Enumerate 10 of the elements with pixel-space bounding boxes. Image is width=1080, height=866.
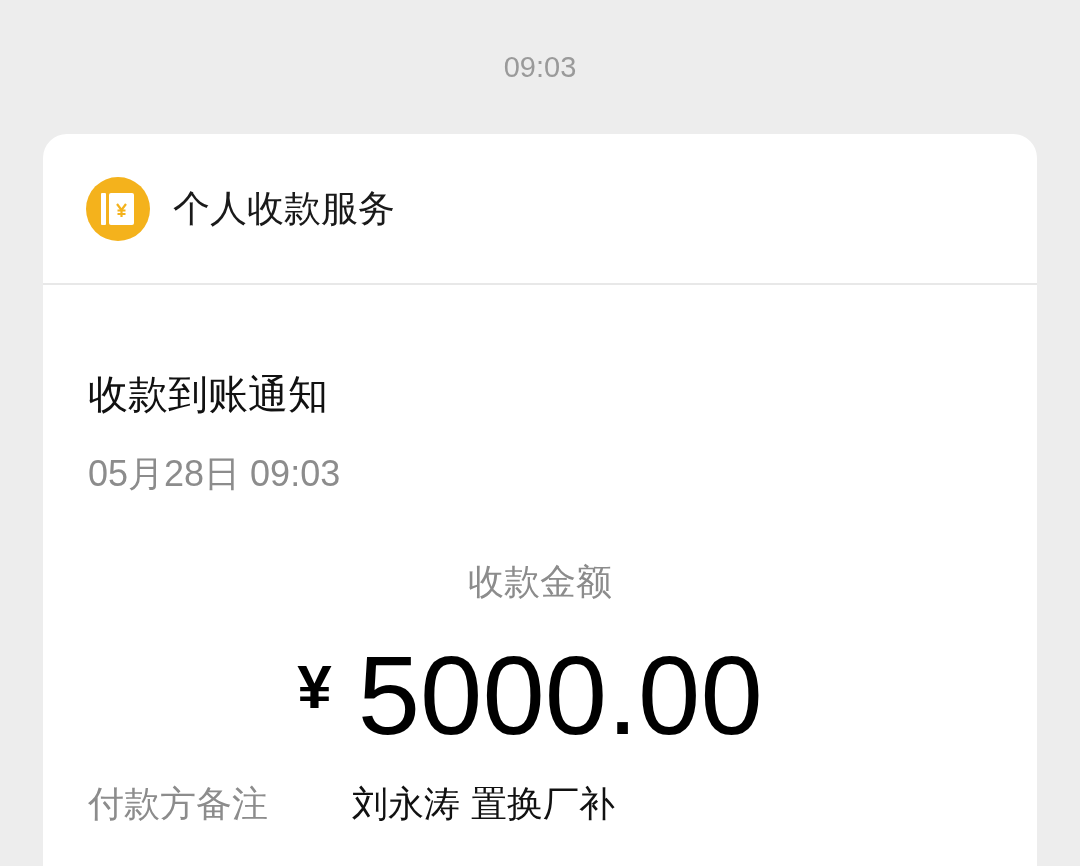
amount-label: 收款金额 xyxy=(468,560,612,604)
notice-date: 05月28日 09:03 xyxy=(88,452,341,496)
remark-label: 付款方备注 xyxy=(88,782,269,826)
currency-sign: ¥ xyxy=(297,652,332,722)
notice-title: 收款到账通知 xyxy=(88,370,328,419)
amount-value: 5000.00 xyxy=(357,635,763,757)
yen-book-icon xyxy=(86,176,150,241)
message-time: 09:03 xyxy=(503,50,577,84)
service-title: 个人收款服务 xyxy=(173,185,395,232)
remark-value: 刘永涛 置换厂补 xyxy=(352,782,616,826)
